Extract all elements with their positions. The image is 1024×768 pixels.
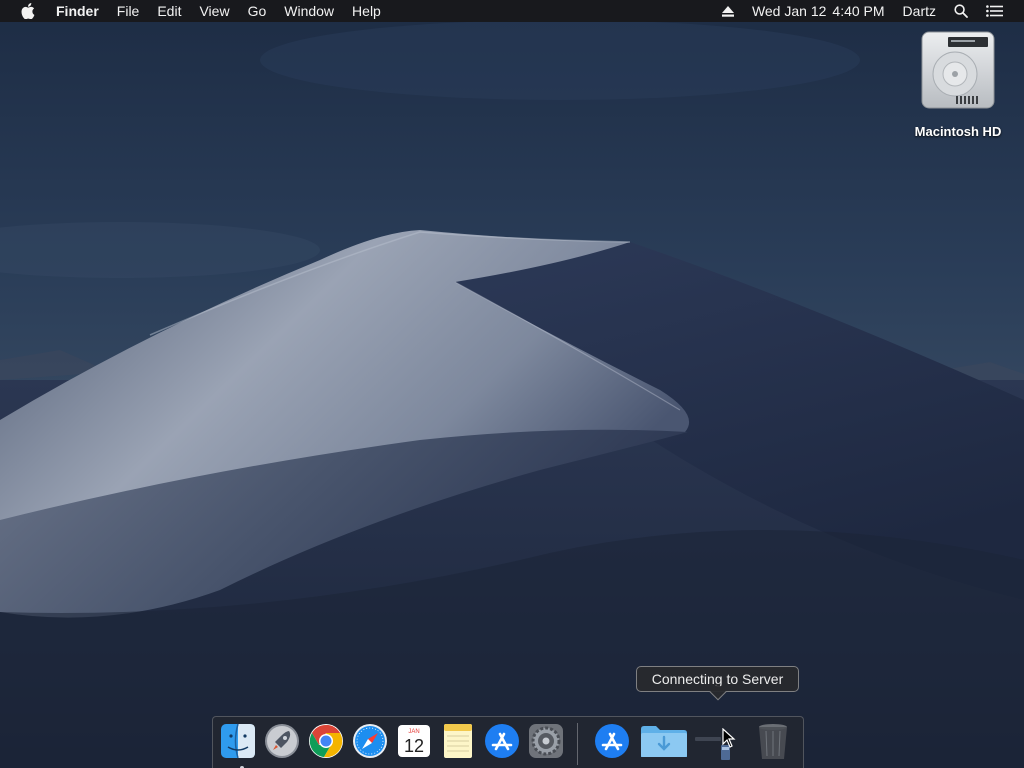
spotlight-button[interactable] [945, 0, 977, 22]
eject-menu-extra[interactable] [713, 0, 743, 22]
notification-center-button[interactable] [977, 0, 1012, 22]
desktop-wallpaper [0, 0, 1024, 768]
folder-icon [641, 726, 687, 757]
user-menu[interactable]: Dartz [894, 0, 945, 22]
chrome-icon [309, 724, 343, 758]
apple-menu[interactable] [0, 0, 56, 22]
dock-item-downloads-folder[interactable] [639, 721, 689, 761]
dock-item-app-store-download[interactable] [592, 721, 632, 761]
eject-icon [721, 5, 734, 17]
dock-item-chrome[interactable] [306, 721, 346, 761]
menu-view[interactable]: View [190, 0, 238, 22]
menu-app-name[interactable]: Finder [56, 0, 108, 22]
mouse-cursor-icon [722, 728, 736, 748]
menu-go[interactable]: Go [239, 0, 276, 22]
trash-icon [759, 724, 787, 759]
clock-date: Wed Jan 12 [751, 3, 827, 19]
hard-drive-icon [921, 31, 995, 109]
menu-edit[interactable]: Edit [148, 0, 190, 22]
dock-item-notes[interactable] [438, 721, 478, 761]
compass-icon [353, 724, 387, 758]
rocket-icon [265, 724, 299, 758]
menu-help[interactable]: Help [343, 0, 390, 22]
dock-item-safari[interactable] [350, 721, 390, 761]
gear-icon [529, 724, 563, 758]
dock-separator [577, 723, 578, 765]
dock-item-system-preferences[interactable] [526, 721, 566, 761]
dock-item-calendar[interactable]: JAN 12 [394, 721, 434, 761]
finder-icon [221, 723, 255, 759]
dock-item-trash[interactable] [753, 721, 793, 761]
desktop-icon-macintosh-hd[interactable]: Macintosh HD [908, 30, 1008, 139]
dock: JAN 12 [212, 716, 804, 768]
clock-time: 4:40 PM [832, 3, 885, 19]
menubar-clock[interactable]: Wed Jan 12 4:40 PM [743, 0, 894, 22]
app-store-icon [595, 724, 629, 758]
calendar-day: 12 [404, 736, 424, 756]
menu-window[interactable]: Window [275, 0, 343, 22]
dock-item-finder[interactable] [218, 721, 258, 768]
menu-bar: Finder File Edit View Go Window Help Wed… [0, 0, 1024, 22]
dock-item-launchpad[interactable] [262, 721, 302, 761]
dock-tooltip: Connecting to Server [636, 666, 799, 701]
apple-logo-icon [21, 3, 35, 19]
calendar-month: JAN [408, 729, 419, 735]
notes-icon [444, 724, 472, 758]
desktop-icon-label: Macintosh HD [914, 124, 1002, 139]
dock-item-app-store[interactable] [482, 721, 522, 761]
menu-file[interactable]: File [108, 0, 149, 22]
calendar-icon: JAN 12 [398, 725, 430, 757]
app-store-icon [485, 724, 519, 758]
search-icon [954, 4, 968, 18]
list-icon [986, 5, 1003, 17]
